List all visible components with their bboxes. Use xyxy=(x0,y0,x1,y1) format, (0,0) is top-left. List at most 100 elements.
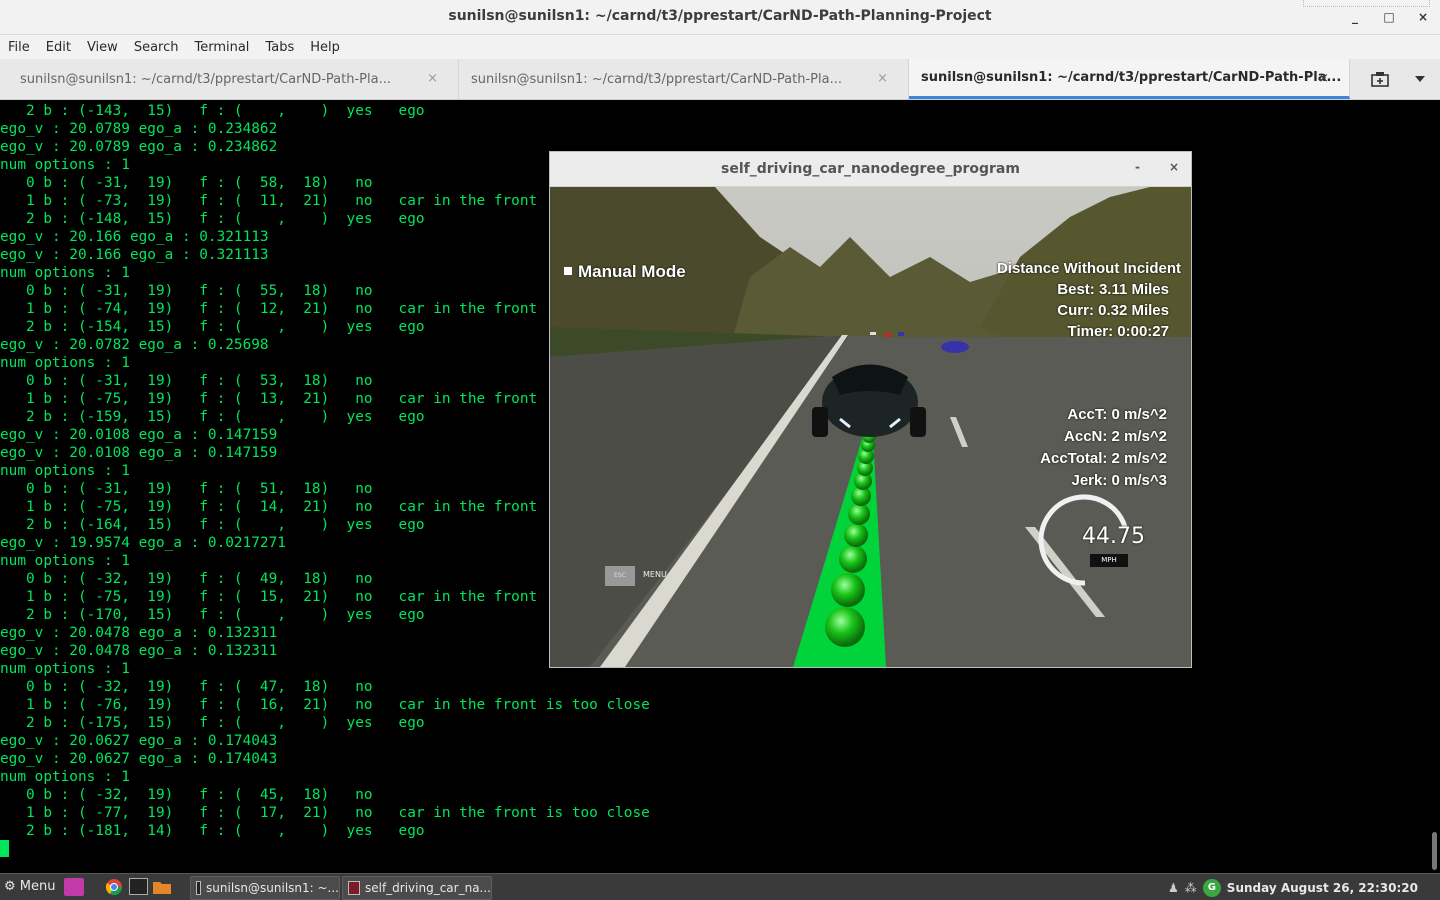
terminal-line: ego_v : 20.0627 ego_a : 0.174043 xyxy=(0,751,278,767)
acceleration-panel: AccT: 0 m/s^2 AccN: 2 m/s^2 AccTotal: 2 … xyxy=(1040,404,1167,492)
simulator-viewport[interactable]: Manual Mode Distance Without Incident Be… xyxy=(550,187,1191,667)
terminal-line: 2 b : (-159, 15) f : ( , ) yes ego xyxy=(0,409,425,425)
new-tab-icon[interactable] xyxy=(1360,59,1400,99)
tab-terminal-2[interactable]: sunilsn@sunilsn1: ~/carnd/t3/pprestart/C… xyxy=(459,59,909,99)
terminal-line: ego_v : 20.0108 ego_a : 0.147159 xyxy=(0,427,278,443)
terminal-cursor xyxy=(0,840,9,857)
taskbar-window-terminal[interactable]: sunilsn@sunilsn1: ~... xyxy=(190,876,340,900)
menu-search[interactable]: Search xyxy=(126,40,187,55)
start-menu-label: Menu xyxy=(19,879,56,894)
acc-n: AccN: 2 m/s^2 xyxy=(1064,428,1167,445)
terminal-icon xyxy=(196,881,202,895)
terminal-line: 1 b : ( -75, 19) f : ( 14, 21) no car in… xyxy=(0,499,538,515)
terminal-line: ego_v : 20.0108 ego_a : 0.147159 xyxy=(0,445,278,461)
terminal-line: 1 b : ( -77, 19) f : ( 17, 21) no car in… xyxy=(0,805,650,821)
start-menu-button[interactable]: ⚙ Menu xyxy=(4,879,56,894)
terminal-line: num options : 1 xyxy=(0,265,130,281)
user-icon[interactable]: ♟ xyxy=(1168,881,1179,895)
unity-app-icon xyxy=(348,881,360,895)
menu-tabs[interactable]: Tabs xyxy=(257,40,302,55)
terminal-line: ego_v : 20.0478 ego_a : 0.132311 xyxy=(0,625,278,641)
menu-file[interactable]: File xyxy=(0,40,38,55)
terminal-line: 1 b : ( -76, 19) f : ( 16, 21) no car in… xyxy=(0,697,650,713)
terminal-line: 2 b : (-148, 15) f : ( , ) yes ego xyxy=(0,211,425,227)
terminal-line: ego_v : 20.0789 ego_a : 0.234862 xyxy=(0,121,278,137)
terminal-line: ego_v : 20.166 ego_a : 0.321113 xyxy=(0,229,269,245)
terminal-scrollbar[interactable] xyxy=(1428,100,1440,872)
acc-total: AccTotal: 2 m/s^2 xyxy=(1040,450,1167,467)
menu-help[interactable]: Help xyxy=(302,40,348,55)
tab-close-icon[interactable]: × xyxy=(1318,71,1329,86)
folder-icon[interactable] xyxy=(152,878,172,896)
terminal-line: ego_v : 20.0478 ego_a : 0.132311 xyxy=(0,643,278,659)
tab-terminal-3[interactable]: sunilsn@sunilsn1: ~/carnd/t3/pprestart/C… xyxy=(909,59,1350,99)
terminal-line: 1 b : ( -75, 19) f : ( 15, 21) no car in… xyxy=(0,589,538,605)
menubar: File Edit View Search Terminal Tabs Help xyxy=(0,35,1440,59)
terminal-line: 2 b : (-181, 14) f : ( , ) yes ego xyxy=(0,823,425,839)
terminal-icon[interactable] xyxy=(129,878,148,895)
checkbox-icon xyxy=(564,267,572,275)
gear-icon: ⚙ xyxy=(4,879,16,894)
esc-button[interactable]: ESC xyxy=(605,566,635,586)
taskbar-window-label: sunilsn@sunilsn1: ~... xyxy=(206,881,339,895)
manual-mode-toggle[interactable]: Manual Mode xyxy=(564,262,686,282)
current-distance: Curr: 0.32 Miles xyxy=(1057,302,1169,319)
terminal-line: 2 b : (-164, 15) f : ( , ) yes ego xyxy=(0,517,425,533)
menu-edit[interactable]: Edit xyxy=(38,40,79,55)
menu-terminal[interactable]: Terminal xyxy=(186,40,257,55)
clock[interactable]: Sunday August 26, 22:30:20 xyxy=(1227,881,1418,895)
chevron-down-icon[interactable] xyxy=(1400,59,1440,99)
simulator-titlebar[interactable]: self_driving_car_nanodegree_program - × xyxy=(550,152,1191,187)
window-titlebar[interactable]: sunilsn@sunilsn1: ~/carnd/t3/pprestart/C… xyxy=(0,0,1440,35)
menu-label[interactable]: MENU xyxy=(643,570,667,579)
terminal-line: 0 b : ( -31, 19) f : ( 55, 18) no xyxy=(0,283,373,299)
terminal-line: 1 b : ( -73, 19) f : ( 11, 21) no car in… xyxy=(0,193,538,209)
close-button[interactable]: × xyxy=(1406,6,1440,28)
taskbar: ⚙ Menu sunilsn@sunilsn1: ~... self_drivi… xyxy=(0,873,1440,900)
network-icon[interactable]: ⁂ xyxy=(1185,881,1197,895)
terminal-line: num options : 1 xyxy=(0,157,130,173)
speed-readout: 44.75 xyxy=(1082,524,1145,549)
terminal-line: 2 b : (-143, 15) f : ( , ) yes ego xyxy=(0,103,425,119)
terminal-line: ego_v : 19.9574 ego_a : 0.0217271 xyxy=(0,535,286,551)
simulator-close-button[interactable]: × xyxy=(1169,160,1179,174)
distance-panel: Distance Without Incident Best: 3.11 Mil… xyxy=(997,258,1181,342)
distance-title: Distance Without Incident xyxy=(996,260,1181,277)
terminal-line: 1 b : ( -74, 19) f : ( 12, 21) no car in… xyxy=(0,301,538,317)
tab-label: sunilsn@sunilsn1: ~/carnd/t3/pprestart/C… xyxy=(471,71,842,87)
tab-terminal-1[interactable]: sunilsn@sunilsn1: ~/carnd/t3/pprestart/C… xyxy=(0,59,459,99)
terminal-line: num options : 1 xyxy=(0,661,130,677)
tab-close-icon[interactable]: × xyxy=(427,71,438,86)
terminal-line: 0 b : ( -32, 19) f : ( 45, 18) no xyxy=(0,787,373,803)
terminal-line: num options : 1 xyxy=(0,355,130,371)
terminal-line: 0 b : ( -31, 19) f : ( 51, 18) no xyxy=(0,481,373,497)
tab-close-icon[interactable]: × xyxy=(877,71,888,86)
terminal-line: 0 b : ( -31, 19) f : ( 58, 18) no xyxy=(0,175,373,191)
simulator-title: self_driving_car_nanodegree_program xyxy=(721,161,1020,177)
simulator-window[interactable]: self_driving_car_nanodegree_program - × xyxy=(549,151,1192,668)
scrollbar-thumb[interactable] xyxy=(1432,832,1437,870)
taskbar-window-simulator[interactable]: self_driving_car_na... xyxy=(342,876,492,900)
terminal-line: num options : 1 xyxy=(0,463,130,479)
tray-app-icon[interactable] xyxy=(64,878,84,896)
simulator-minimize-button[interactable]: - xyxy=(1135,160,1140,174)
tab-label: sunilsn@sunilsn1: ~/carnd/t3/pprestart/C… xyxy=(921,70,1342,85)
minimize-button[interactable]: _ xyxy=(1338,6,1372,28)
chrome-icon[interactable] xyxy=(104,878,124,896)
terminal-line: num options : 1 xyxy=(0,553,130,569)
timer: Timer: 0:00:27 xyxy=(1067,323,1169,340)
acc-t: AccT: 0 m/s^2 xyxy=(1067,406,1167,423)
terminal-line: 0 b : ( -32, 19) f : ( 49, 18) no xyxy=(0,571,373,587)
speed-unit: MPH xyxy=(1090,554,1128,567)
maximize-button[interactable]: □ xyxy=(1372,6,1406,28)
window-title: sunilsn@sunilsn1: ~/carnd/t3/pprestart/C… xyxy=(448,8,992,24)
system-tray: ♟ ⁂ G Sunday August 26, 22:30:20 xyxy=(1168,879,1440,897)
menu-view[interactable]: View xyxy=(79,40,126,55)
terminal-line: 2 b : (-175, 15) f : ( , ) yes ego xyxy=(0,715,425,731)
tab-label: sunilsn@sunilsn1: ~/carnd/t3/pprestart/C… xyxy=(20,71,391,87)
terminal-line: 0 b : ( -32, 19) f : ( 47, 18) no xyxy=(0,679,373,695)
terminal-line: 1 b : ( -75, 19) f : ( 13, 21) no car in… xyxy=(0,391,538,407)
terminal-line: num options : 1 xyxy=(0,769,130,785)
grammarly-icon[interactable]: G xyxy=(1202,879,1221,897)
terminal-line: ego_v : 20.166 ego_a : 0.321113 xyxy=(0,247,269,263)
